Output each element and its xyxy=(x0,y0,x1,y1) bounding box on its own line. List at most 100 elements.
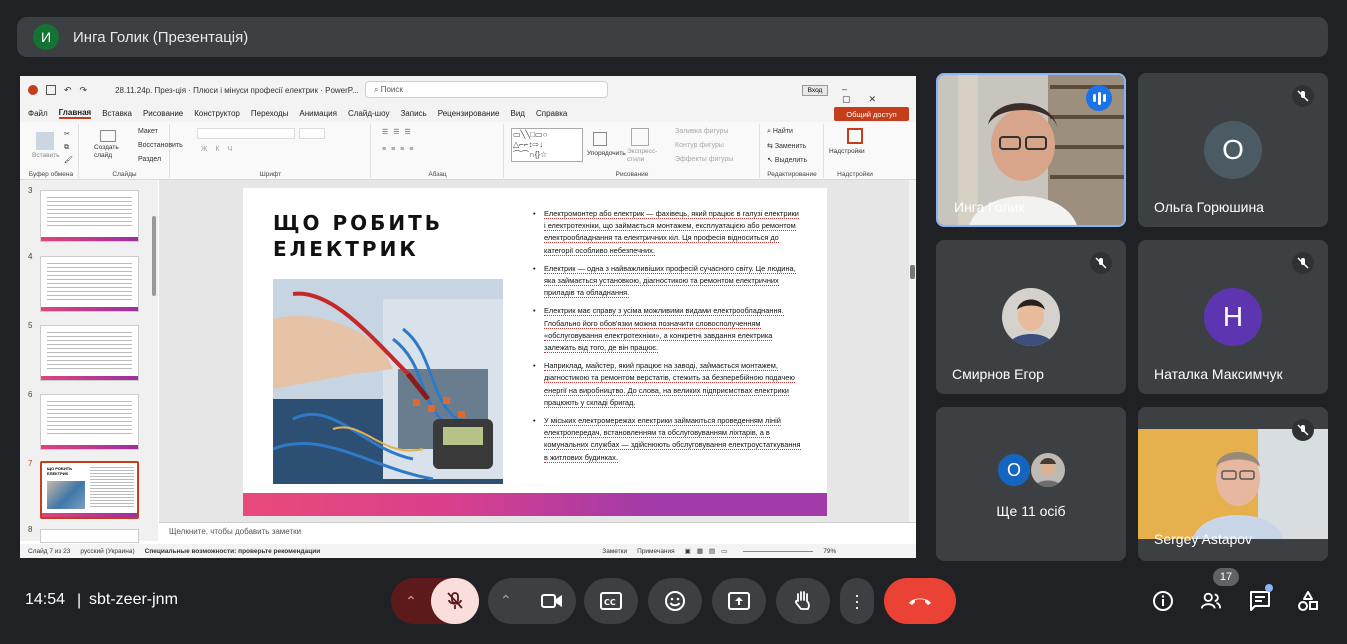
slide-thumbnail-active[interactable]: ЩО РОБИТЬ ЕЛЕКТРИК xyxy=(40,461,139,519)
select-button[interactable]: ↖ Выделить xyxy=(767,156,807,164)
participant-tile[interactable]: Sergey Astapov xyxy=(1138,407,1328,561)
more-options-button[interactable]: · · · xyxy=(840,578,874,624)
shape-fill-button[interactable]: Заливка фигуры xyxy=(675,128,728,135)
search-icon: ⌕ xyxy=(374,85,381,94)
captions-icon: CC xyxy=(600,592,622,610)
window-controls: –▢✕ xyxy=(842,84,916,105)
shape-effects-button[interactable]: Эффекты фигуры xyxy=(675,156,733,163)
notes-area[interactable]: Щелкните, чтобы добавить заметки xyxy=(159,522,916,541)
express-styles-button[interactable]: Экспресс-стили xyxy=(627,148,657,164)
tab-insert[interactable]: Вставка xyxy=(102,109,132,118)
tab-help[interactable]: Справка xyxy=(536,109,567,118)
microphone-control: ⌃ xyxy=(391,578,479,624)
tab-draw[interactable]: Рисование xyxy=(143,109,183,118)
tab-file[interactable]: Файл xyxy=(28,109,48,118)
participant-name: Sergey Astapov xyxy=(1154,531,1253,547)
activities-button[interactable] xyxy=(1297,590,1319,612)
section-button[interactable]: Раздел xyxy=(138,156,161,163)
accessibility-status[interactable]: Специальные возможности: проверьте реком… xyxy=(145,548,321,555)
more-participants-tile[interactable]: О Ще 11 осіб xyxy=(936,407,1126,561)
mic-toggle-button[interactable] xyxy=(431,578,479,624)
slide-thumbnail[interactable] xyxy=(40,529,139,543)
login-button[interactable]: Вход xyxy=(802,85,828,96)
editor-scrollbar[interactable] xyxy=(909,180,916,522)
participants-button[interactable] xyxy=(1200,590,1222,612)
undo-icon[interactable]: ↶ xyxy=(64,85,72,95)
reactions-button[interactable] xyxy=(648,578,702,624)
captions-button[interactable]: CC xyxy=(584,578,638,624)
tab-home[interactable]: Главная xyxy=(58,108,92,119)
bullet-text: Наприклад, майстер, який працює на завод… xyxy=(544,361,795,408)
search-input[interactable]: ⌕ Поиск xyxy=(365,81,608,98)
tab-design[interactable]: Конструктор xyxy=(194,109,240,118)
mic-options-chevron-icon[interactable]: ⌃ xyxy=(391,578,431,624)
arrange-button[interactable]: Упорядочить xyxy=(587,150,626,157)
zoom-slider[interactable] xyxy=(743,550,814,552)
slide-thumbnail[interactable] xyxy=(40,325,139,381)
express-styles-icon[interactable] xyxy=(631,128,649,146)
tab-transitions[interactable]: Переходы xyxy=(251,109,289,118)
participant-count-badge: 17 xyxy=(1213,568,1239,586)
copy-icon[interactable]: ⧉ xyxy=(64,144,69,152)
view-buttons[interactable]: ▣▦▤▭ xyxy=(685,547,734,555)
bullet-text: Електрик — одна з найважливіших професій… xyxy=(544,263,796,299)
leave-call-button[interactable] xyxy=(884,578,956,624)
replace-button[interactable]: ⇆ Заменить xyxy=(767,142,806,150)
tab-review[interactable]: Рецензирование xyxy=(438,109,500,118)
notes-button[interactable]: Заметки xyxy=(602,548,627,555)
tab-slideshow[interactable]: Слайд-шоу xyxy=(348,109,389,118)
tab-record[interactable]: Запись xyxy=(400,109,426,118)
addins-button[interactable]: Надстройки xyxy=(829,148,865,155)
current-slide[interactable]: ЩО РОБИТЬ ЕЛЕКТРИК • Електромонтер або е… xyxy=(243,188,827,516)
close-icon[interactable]: ✕ xyxy=(869,94,895,104)
participant-tile[interactable]: Смирнов Егор xyxy=(936,240,1126,394)
camera-options-chevron-icon[interactable]: ⌃ xyxy=(500,592,512,609)
find-button[interactable]: ⌕ Найти xyxy=(767,128,793,136)
thumbnails-scrollbar[interactable] xyxy=(152,216,156,296)
font-format-buttons[interactable]: ЖКЧ xyxy=(201,146,240,153)
slides-label: Слайды xyxy=(112,171,137,178)
list-buttons[interactable]: ☰☰☰ xyxy=(382,128,416,136)
participant-tile[interactable]: Н Наталка Максимчук xyxy=(1138,240,1328,394)
participant-name: Ольга Горюшина xyxy=(1154,199,1264,215)
language[interactable]: русский (Украина) xyxy=(80,548,134,555)
arrange-icon[interactable] xyxy=(593,132,607,146)
addins-icon[interactable] xyxy=(847,128,863,144)
comments-button[interactable]: Примечания xyxy=(637,548,675,555)
thumb-number: 8 xyxy=(28,525,33,534)
font-family-select[interactable] xyxy=(197,128,295,139)
chat-button[interactable] xyxy=(1249,590,1271,612)
raise-hand-button[interactable] xyxy=(776,578,830,624)
tab-view[interactable]: Вид xyxy=(510,109,524,118)
thumb-text-lines xyxy=(90,467,134,509)
font-size-select[interactable] xyxy=(299,128,325,139)
participant-tile-active[interactable]: Инга Голик xyxy=(936,73,1126,227)
shape-outline-button[interactable]: Контур фигуры xyxy=(675,142,724,149)
select-icon: ↖ xyxy=(767,157,775,164)
paste-button[interactable]: Вставить xyxy=(32,152,60,159)
save-icon[interactable] xyxy=(46,85,56,95)
window-title: 28.11.24р. През-ція · Плюси і мінуси про… xyxy=(115,85,359,95)
present-button[interactable] xyxy=(712,578,766,624)
scroll-thumb[interactable] xyxy=(910,265,915,279)
layout-button[interactable]: Макет xyxy=(138,128,158,135)
align-buttons[interactable]: ≡≡≡≡ xyxy=(382,146,418,153)
slide-thumbnail[interactable] xyxy=(40,256,139,312)
tab-animations[interactable]: Анимация xyxy=(299,109,337,118)
participant-tile[interactable]: О Ольга Горюшина xyxy=(1138,73,1328,227)
slide-thumbnail[interactable] xyxy=(40,394,139,450)
select-label: Выделить xyxy=(774,157,808,164)
cut-icon[interactable]: ✂ xyxy=(64,130,70,138)
camera-toggle-button[interactable] xyxy=(528,578,576,624)
new-slide-icon[interactable] xyxy=(100,130,116,142)
minimize-icon[interactable]: – xyxy=(842,84,865,94)
format-painter-icon[interactable]: 🖌 xyxy=(64,156,73,164)
slide-thumbnail[interactable] xyxy=(40,190,139,242)
shapes-gallery[interactable]: ▭╲╲□▭○ △⌐⌐↕⇨↓ ⌒⌒∩{}☆ xyxy=(511,128,583,162)
redo-icon[interactable]: ↷ xyxy=(80,85,88,95)
new-slide-button[interactable]: Создать слайд xyxy=(94,144,128,160)
maximize-icon[interactable]: ▢ xyxy=(842,94,869,104)
meeting-info-button[interactable] xyxy=(1152,590,1174,612)
paste-icon[interactable] xyxy=(36,132,54,150)
share-button[interactable]: Общий доступ xyxy=(834,107,909,121)
